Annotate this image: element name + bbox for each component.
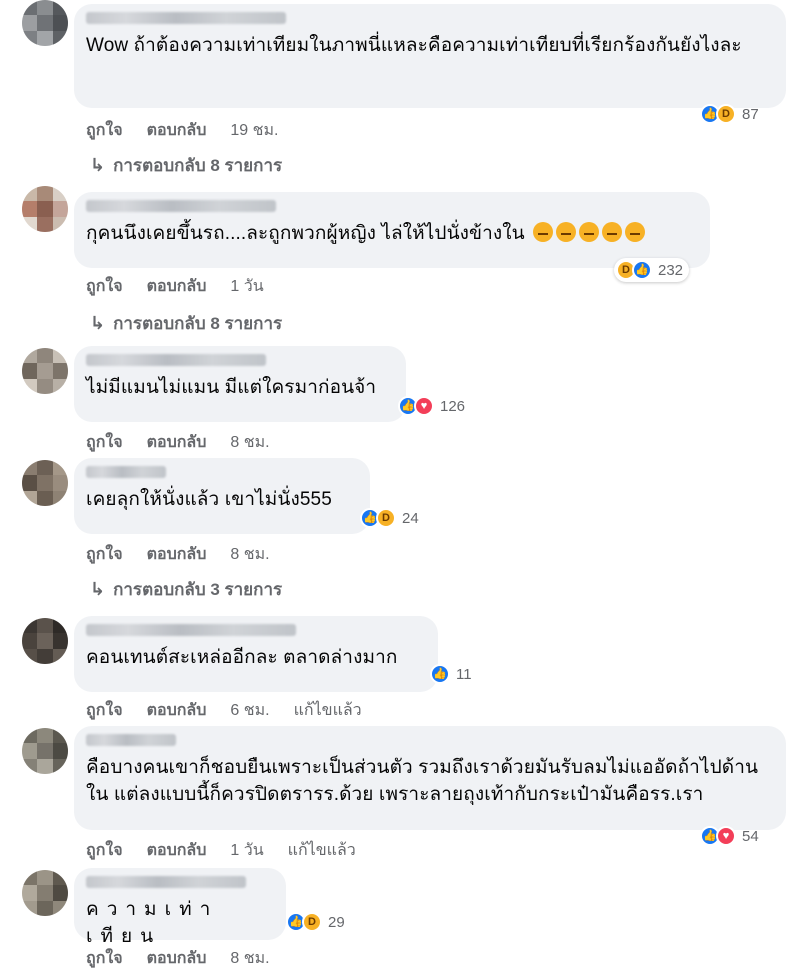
comment-text: เคยลุกให้นั่งแล้ว เขาไม่นั่ง555 [86, 489, 332, 510]
replies-label: การตอบกลับ 8 รายการ [113, 314, 283, 333]
comment-text-body: กุคนนึงเคยขึ้นรถ....ละถูกพวกผู้หญิง ไล่ใ… [86, 223, 525, 244]
comment-actions: ถูกใจ ตอบกลับ 1 วัน แก้ไขแล้ว [86, 838, 380, 863]
like-button[interactable]: ถูกใจ [86, 118, 123, 143]
edited-label: แก้ไขแล้ว [293, 702, 362, 719]
expressionless-emoji-icons [530, 222, 646, 244]
timestamp[interactable]: 8 ชม. [230, 542, 269, 567]
reaction-summary[interactable]: 👍 D 29 [284, 910, 351, 934]
like-button[interactable]: ถูกใจ [86, 946, 123, 971]
reply-button[interactable]: ตอบกลับ [147, 542, 207, 567]
reply-arrow-icon: ↳ [90, 155, 106, 175]
avatar[interactable] [22, 348, 68, 394]
like-button[interactable]: ถูกใจ [86, 838, 123, 863]
author-name-blurred[interactable] [86, 354, 266, 366]
author-name-blurred[interactable] [86, 624, 296, 636]
comment-actions: ถูกใจ ตอบกลับ 8 ชม. [86, 946, 294, 971]
reply-button[interactable]: ตอบกลับ [147, 118, 207, 143]
reaction-summary[interactable]: 👍 D 87 [698, 102, 765, 126]
reaction-summary[interactable]: 👍 D 24 [358, 506, 425, 530]
reply-arrow-icon: ↳ [90, 579, 106, 599]
like-button[interactable]: ถูกใจ [86, 698, 123, 723]
reaction-count: 29 [328, 913, 345, 931]
reaction-count: 126 [440, 397, 466, 415]
comment-text: Wow ถ้าต้องความเท่าเทียมในภาพนี่แหละคือค… [86, 35, 742, 56]
reaction-summary[interactable]: 👍 ♥ 54 [698, 824, 765, 848]
comment-text: ไม่มีแมนไม่แมน มีแต่ใครมาก่อนจ้า [86, 377, 377, 398]
like-button[interactable]: ถูกใจ [86, 430, 123, 455]
avatar[interactable] [22, 618, 68, 664]
comment-bubble: ความเท่าเทียน [74, 868, 286, 947]
avatar[interactable] [22, 186, 68, 232]
reaction-summary[interactable]: 👍 ♥ 126 [396, 394, 471, 418]
reply-arrow-icon: ↳ [90, 313, 106, 333]
like-button[interactable]: ถูกใจ [86, 542, 123, 567]
like-icon: 👍 [632, 260, 652, 280]
comment-text: คือบางคนเขาก็ชอบยืนเพราะเป็นส่วนตัว รวมถ… [86, 757, 759, 805]
replies-label: การตอบกลับ 3 รายการ [113, 580, 283, 599]
comment-text: ความเท่าเทียน [86, 899, 219, 947]
avatar[interactable] [22, 870, 68, 916]
comment-bubble: Wow ถ้าต้องความเท่าเทียมในภาพนี่แหละคือค… [74, 4, 786, 108]
avatar[interactable] [22, 0, 68, 46]
reply-button[interactable]: ตอบกลับ [147, 946, 207, 971]
comment-actions: ถูกใจ ตอบกลับ 1 วัน [86, 274, 288, 299]
author-name-blurred[interactable] [86, 466, 166, 478]
reaction-count: 54 [742, 827, 759, 845]
like-icon: 👍 [430, 664, 450, 684]
timestamp[interactable]: 8 ชม. [230, 946, 269, 971]
author-name-blurred[interactable] [86, 734, 176, 746]
avatar[interactable] [22, 728, 68, 774]
avatar[interactable] [22, 460, 68, 506]
comment-actions: ถูกใจ ตอบกลับ 8 ชม. [86, 430, 294, 455]
love-icon: ♥ [414, 396, 434, 416]
view-replies-link[interactable]: ↳ การตอบกลับ 8 รายการ [90, 310, 282, 337]
comment-bubble: เคยลุกให้นั่งแล้ว เขาไม่นั่ง555 [74, 458, 370, 534]
timestamp[interactable]: 6 ชม. [230, 698, 269, 723]
comment-bubble: ไม่มีแมนไม่แมน มีแต่ใครมาก่อนจ้า [74, 346, 406, 422]
reaction-summary[interactable]: D 👍 232 [614, 258, 690, 282]
reply-button[interactable]: ตอบกลับ [147, 274, 207, 299]
haha-icon: D [302, 912, 322, 932]
comment-bubble: คอนเทนต์สะเหล่ออีกละ ตลาดล่างมาก [74, 616, 438, 692]
edited-label: แก้ไขแล้ว [287, 842, 356, 859]
comment-bubble: กุคนนึงเคยขึ้นรถ....ละถูกพวกผู้หญิง ไล่ใ… [74, 192, 710, 268]
reaction-count: 11 [456, 665, 472, 683]
comment-actions: ถูกใจ ตอบกลับ 6 ชม. แก้ไขแล้ว [86, 698, 386, 723]
reply-button[interactable]: ตอบกลับ [147, 430, 207, 455]
reply-button[interactable]: ตอบกลับ [147, 698, 207, 723]
timestamp[interactable]: 8 ชม. [230, 430, 269, 455]
comment-text: คอนเทนต์สะเหล่ออีกละ ตลาดล่างมาก [86, 647, 398, 668]
view-replies-link[interactable]: ↳ การตอบกลับ 3 รายการ [90, 576, 282, 603]
comment-actions: ถูกใจ ตอบกลับ 19 ชม. [86, 118, 302, 143]
love-icon: ♥ [716, 826, 736, 846]
timestamp[interactable]: 1 วัน [230, 838, 263, 863]
reaction-count: 232 [658, 261, 684, 279]
like-button[interactable]: ถูกใจ [86, 274, 123, 299]
haha-icon: D [716, 104, 736, 124]
replies-label: การตอบกลับ 8 รายการ [113, 156, 283, 175]
timestamp[interactable]: 19 ชม. [230, 118, 278, 143]
comment-bubble: คือบางคนเขาก็ชอบยืนเพราะเป็นส่วนตัว รวมถ… [74, 726, 786, 830]
reaction-count: 24 [402, 509, 419, 527]
haha-icon: D [376, 508, 396, 528]
view-replies-link[interactable]: ↳ การตอบกลับ 8 รายการ [90, 152, 282, 179]
author-name-blurred[interactable] [86, 200, 276, 212]
reply-button[interactable]: ตอบกลับ [147, 838, 207, 863]
comment-actions: ถูกใจ ตอบกลับ 8 ชม. [86, 542, 294, 567]
comment-text: กุคนนึงเคยขึ้นรถ....ละถูกพวกผู้หญิง ไล่ใ… [86, 220, 698, 247]
reaction-summary[interactable]: 👍 11 [428, 662, 478, 686]
reaction-count: 87 [742, 105, 759, 123]
author-name-blurred[interactable] [86, 876, 246, 888]
timestamp[interactable]: 1 วัน [230, 274, 263, 299]
author-name-blurred[interactable] [86, 12, 286, 24]
